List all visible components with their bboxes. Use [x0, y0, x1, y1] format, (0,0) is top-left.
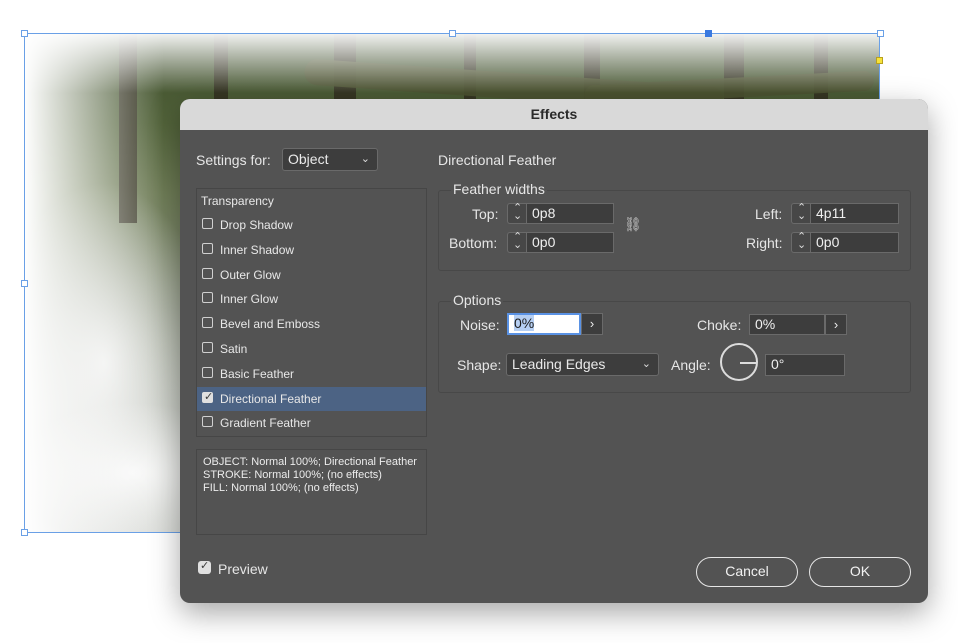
effect-checkbox[interactable] [202, 342, 213, 353]
chevron-down-icon: ⌄ [360, 153, 370, 165]
effects-summary: OBJECT: Normal 100%; Directional Feather… [196, 449, 427, 535]
right-stepper[interactable] [791, 230, 810, 253]
feather-widths-title: Feather widths [451, 181, 547, 197]
chevron-down-icon: ⌄ [641, 358, 651, 370]
angle-dial-icon[interactable] [720, 343, 758, 381]
noise-label: Noise: [460, 317, 500, 333]
top-input[interactable]: 0p8 [526, 203, 614, 224]
choke-slider-button[interactable]: › [825, 314, 847, 335]
top-stepper[interactable] [507, 201, 526, 224]
effect-checkbox[interactable] [202, 242, 213, 254]
noise-slider-button[interactable]: › [581, 313, 603, 335]
noise-input[interactable]: 0% [507, 313, 581, 335]
settings-for-value: Object [288, 151, 329, 167]
summary-line: STROKE: Normal 100%; (no effects) [203, 469, 382, 481]
choke-input[interactable]: 0% [749, 314, 825, 335]
choke-label: Choke: [697, 317, 742, 333]
effect-item[interactable]: Drop Shadow [197, 213, 426, 237]
effect-item[interactable]: Directional Feather [197, 386, 426, 411]
effect-checkbox[interactable] [202, 317, 213, 329]
effect-item[interactable]: Bevel and Emboss [197, 312, 426, 336]
shape-label: Shape: [457, 357, 502, 373]
effect-item[interactable]: Outer Glow [197, 263, 426, 287]
selection-handle-middle-left[interactable] [21, 280, 28, 287]
effect-item[interactable]: Gradient Feather [197, 411, 426, 435]
effect-label: Satin [220, 342, 248, 356]
shape-value: Leading Edges [512, 356, 606, 372]
settings-for-select[interactable]: Object ⌄ [282, 148, 378, 171]
effect-checkbox[interactable] [202, 292, 213, 304]
effect-label: Inner Glow [220, 292, 279, 307]
section-title: Directional Feather [438, 152, 557, 168]
effect-label: Drop Shadow [220, 218, 293, 232]
live-corner-handle[interactable] [876, 57, 883, 64]
dialog-title: Effects [180, 99, 928, 130]
top-label: Top: [472, 206, 499, 222]
summary-line: OBJECT: Normal 100%; Directional Feather [203, 456, 417, 468]
selection-handle-top-right[interactable] [877, 30, 884, 37]
effect-label: Outer Glow [220, 267, 281, 282]
angle-label: Angle: [671, 357, 711, 373]
preview-checkbox[interactable] [198, 559, 211, 574]
effect-item[interactable]: Inner Glow [197, 287, 426, 311]
cancel-button[interactable]: Cancel [696, 557, 798, 587]
ok-button[interactable]: OK [809, 557, 911, 587]
effect-item[interactable]: Inner Shadow [197, 238, 426, 262]
effect-label: Directional Feather [220, 391, 322, 406]
effect-label: Basic Feather [220, 366, 295, 381]
options-title: Options [451, 292, 504, 308]
selection-handle-bottom-left[interactable] [21, 529, 28, 536]
left-stepper[interactable] [791, 201, 810, 224]
bottom-label: Bottom: [449, 235, 498, 251]
left-input[interactable]: 4p11 [810, 203, 899, 224]
preview-label[interactable]: Preview [218, 561, 268, 577]
effects-list: Transparency Drop Shadow Inner Shadow Oute… [196, 188, 427, 437]
noise-value: 0% [514, 315, 535, 331]
effect-label: Bevel and Emboss [220, 317, 321, 332]
list-header-transparency[interactable]: Transparency [201, 194, 274, 208]
shape-select[interactable]: Leading Edges ⌄ [506, 353, 659, 376]
right-input[interactable]: 0p0 [810, 232, 899, 253]
effect-item[interactable]: Basic Feather [197, 362, 426, 386]
left-label: Left: [755, 206, 783, 222]
effect-label: Gradient Feather [220, 416, 311, 431]
effect-label: Inner Shadow [220, 242, 295, 257]
bottom-input[interactable]: 0p0 [526, 232, 614, 253]
right-label: Right: [746, 235, 783, 251]
summary-line: FILL: Normal 100%; (no effects) [203, 482, 359, 494]
selection-handle-top-left[interactable] [21, 30, 28, 37]
bottom-stepper[interactable] [507, 230, 526, 253]
broken-chain-icon[interactable]: ⛓ [624, 216, 642, 233]
effects-dialog: Effects Settings for: Object ⌄ Direction… [180, 99, 928, 603]
effect-item[interactable]: Satin [197, 337, 426, 361]
settings-for-label: Settings for: [196, 152, 271, 168]
effect-checkbox[interactable] [202, 366, 213, 378]
effect-checkbox[interactable] [202, 390, 213, 403]
effect-checkbox[interactable] [202, 218, 213, 229]
effect-checkbox[interactable] [202, 267, 213, 279]
effect-checkbox[interactable] [202, 416, 213, 428]
selection-handle-top-center[interactable] [449, 30, 456, 37]
selection-handle-top-blue[interactable] [705, 30, 712, 37]
angle-input[interactable]: 0° [765, 354, 845, 376]
